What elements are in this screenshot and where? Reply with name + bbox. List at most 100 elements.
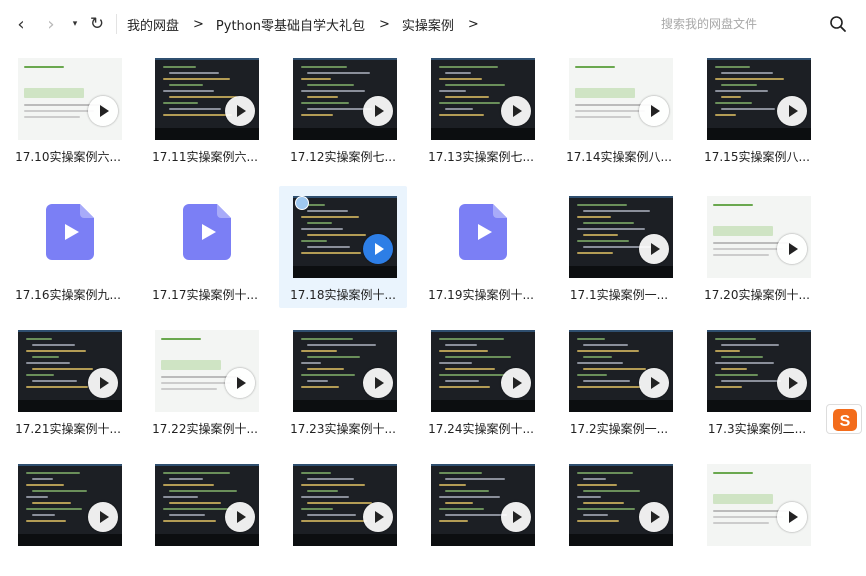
back-icon[interactable]: ‹ (12, 13, 30, 35)
play-icon (363, 234, 393, 264)
file-name: 17.22实操案例十... (152, 422, 258, 436)
file-name: 17.13实操案例七... (428, 150, 534, 164)
video-thumbnail (431, 58, 535, 140)
video-thumbnail (293, 58, 397, 140)
file-item[interactable]: 17.11实操案例六... (141, 48, 269, 170)
ime-indicator[interactable]: S (826, 404, 862, 434)
file-item[interactable]: 17.3实操案例二... (693, 320, 821, 442)
play-icon (501, 368, 531, 398)
search-box (647, 11, 853, 37)
file-item[interactable] (555, 454, 683, 576)
file-name: 17.2实操案例一... (569, 422, 669, 436)
file-item[interactable]: 17.21实操案例十... (4, 320, 132, 442)
search-input[interactable] (647, 11, 827, 37)
toolbar: ‹ › ▾ ↻ 我的网盘 > Python零基础自学大礼包 > 实操案例 > (0, 0, 866, 48)
breadcrumb-item-folder[interactable]: Python零基础自学大礼包 (216, 15, 365, 34)
file-item[interactable] (4, 454, 132, 576)
file-item[interactable]: 17.1实操案例一... (555, 186, 683, 308)
file-grid: 17.10实操案例六... 17.11实操案例六... 17.12实操案例七... 1… (0, 48, 866, 546)
breadcrumb-item-root[interactable]: 我的网盘 (127, 15, 179, 34)
breadcrumb-separator: > (467, 16, 479, 32)
video-thumbnail (569, 330, 673, 412)
play-icon (363, 368, 393, 398)
video-thumbnail (431, 330, 535, 412)
file-name: 17.15实操案例八... (704, 150, 810, 164)
file-name: 17.16实操案例九... (15, 288, 121, 302)
play-icon (501, 96, 531, 126)
file-item[interactable]: 17.23实操案例十... (279, 320, 407, 442)
play-icon (777, 234, 807, 264)
play-icon (777, 96, 807, 126)
video-file-icon (183, 204, 231, 260)
svg-text:S: S (840, 413, 851, 430)
file-item[interactable] (141, 454, 269, 576)
video-thumbnail (431, 464, 535, 546)
file-item[interactable]: 17.19实操案例十... (417, 186, 545, 308)
play-icon (225, 368, 255, 398)
video-thumbnail (707, 464, 811, 546)
play-icon (639, 234, 669, 264)
sogou-ime-icon: S (833, 409, 857, 431)
breadcrumb-separator: > (193, 16, 204, 32)
video-thumbnail (155, 330, 259, 412)
breadcrumb-separator: > (378, 16, 390, 32)
play-icon (225, 96, 255, 126)
file-item[interactable]: 17.14实操案例八... (555, 48, 683, 170)
file-name: 17.12实操案例七... (290, 150, 396, 164)
video-thumbnail (569, 196, 673, 278)
file-item[interactable] (693, 454, 821, 576)
forward-icon[interactable]: › (42, 13, 60, 35)
video-thumbnail (569, 464, 673, 546)
file-name: 17.11实操案例六... (152, 150, 258, 164)
play-icon (639, 368, 669, 398)
video-thumbnail (18, 464, 122, 546)
file-name: 17.3实操案例二... (707, 422, 807, 436)
file-name: 17.18实操案例十... (290, 288, 396, 302)
file-name: 17.19实操案例十... (428, 288, 534, 302)
video-thumbnail (293, 196, 397, 278)
breadcrumb-item-current[interactable]: 实操案例 (402, 15, 454, 34)
file-item[interactable]: 17.20实操案例十... (693, 186, 821, 308)
play-icon (639, 96, 669, 126)
video-thumbnail (707, 196, 811, 278)
search-icon[interactable] (829, 15, 847, 33)
selected-check-icon[interactable] (295, 196, 309, 210)
file-item[interactable]: 17.12实操案例七... (279, 48, 407, 170)
history-dropdown-icon[interactable]: ▾ (68, 13, 82, 35)
file-item[interactable]: 17.16实操案例九... (4, 186, 132, 308)
file-item[interactable]: 17.15实操案例八... (693, 48, 821, 170)
video-thumbnail (18, 330, 122, 412)
file-name: 17.23实操案例十... (290, 422, 396, 436)
video-thumbnail (569, 58, 673, 140)
video-thumbnail (707, 58, 811, 140)
file-item[interactable]: 17.24实操案例十... (417, 320, 545, 442)
divider (116, 14, 117, 34)
video-file-icon (459, 204, 507, 260)
video-thumbnail (293, 330, 397, 412)
file-item[interactable]: 17.22实操案例十... (141, 320, 269, 442)
file-name: 17.24实操案例十... (428, 422, 534, 436)
file-item[interactable]: 17.18实操案例十... (279, 186, 407, 308)
file-name: 17.17实操案例十... (152, 288, 258, 302)
file-item[interactable] (279, 454, 407, 576)
play-icon (777, 368, 807, 398)
file-item[interactable] (417, 454, 545, 576)
play-icon (88, 96, 118, 126)
file-name: 17.14实操案例八... (566, 150, 672, 164)
video-thumbnail (155, 464, 259, 546)
play-icon (88, 368, 118, 398)
refresh-icon[interactable]: ↻ (86, 13, 108, 35)
video-thumbnail (18, 58, 122, 140)
file-item[interactable]: 17.2实操案例一... (555, 320, 683, 442)
file-name: 17.10实操案例六... (15, 150, 121, 164)
file-item[interactable]: 17.10实操案例六... (4, 48, 132, 170)
file-item[interactable]: 17.17实操案例十... (141, 186, 269, 308)
file-item[interactable]: 17.13实操案例七... (417, 48, 545, 170)
video-thumbnail (707, 330, 811, 412)
video-thumbnail (293, 464, 397, 546)
play-icon (363, 96, 393, 126)
video-thumbnail (155, 58, 259, 140)
breadcrumb: 我的网盘 > Python零基础自学大礼包 > 实操案例 > (127, 14, 491, 34)
file-name: 17.21实操案例十... (15, 422, 121, 436)
video-file-icon (46, 204, 94, 260)
